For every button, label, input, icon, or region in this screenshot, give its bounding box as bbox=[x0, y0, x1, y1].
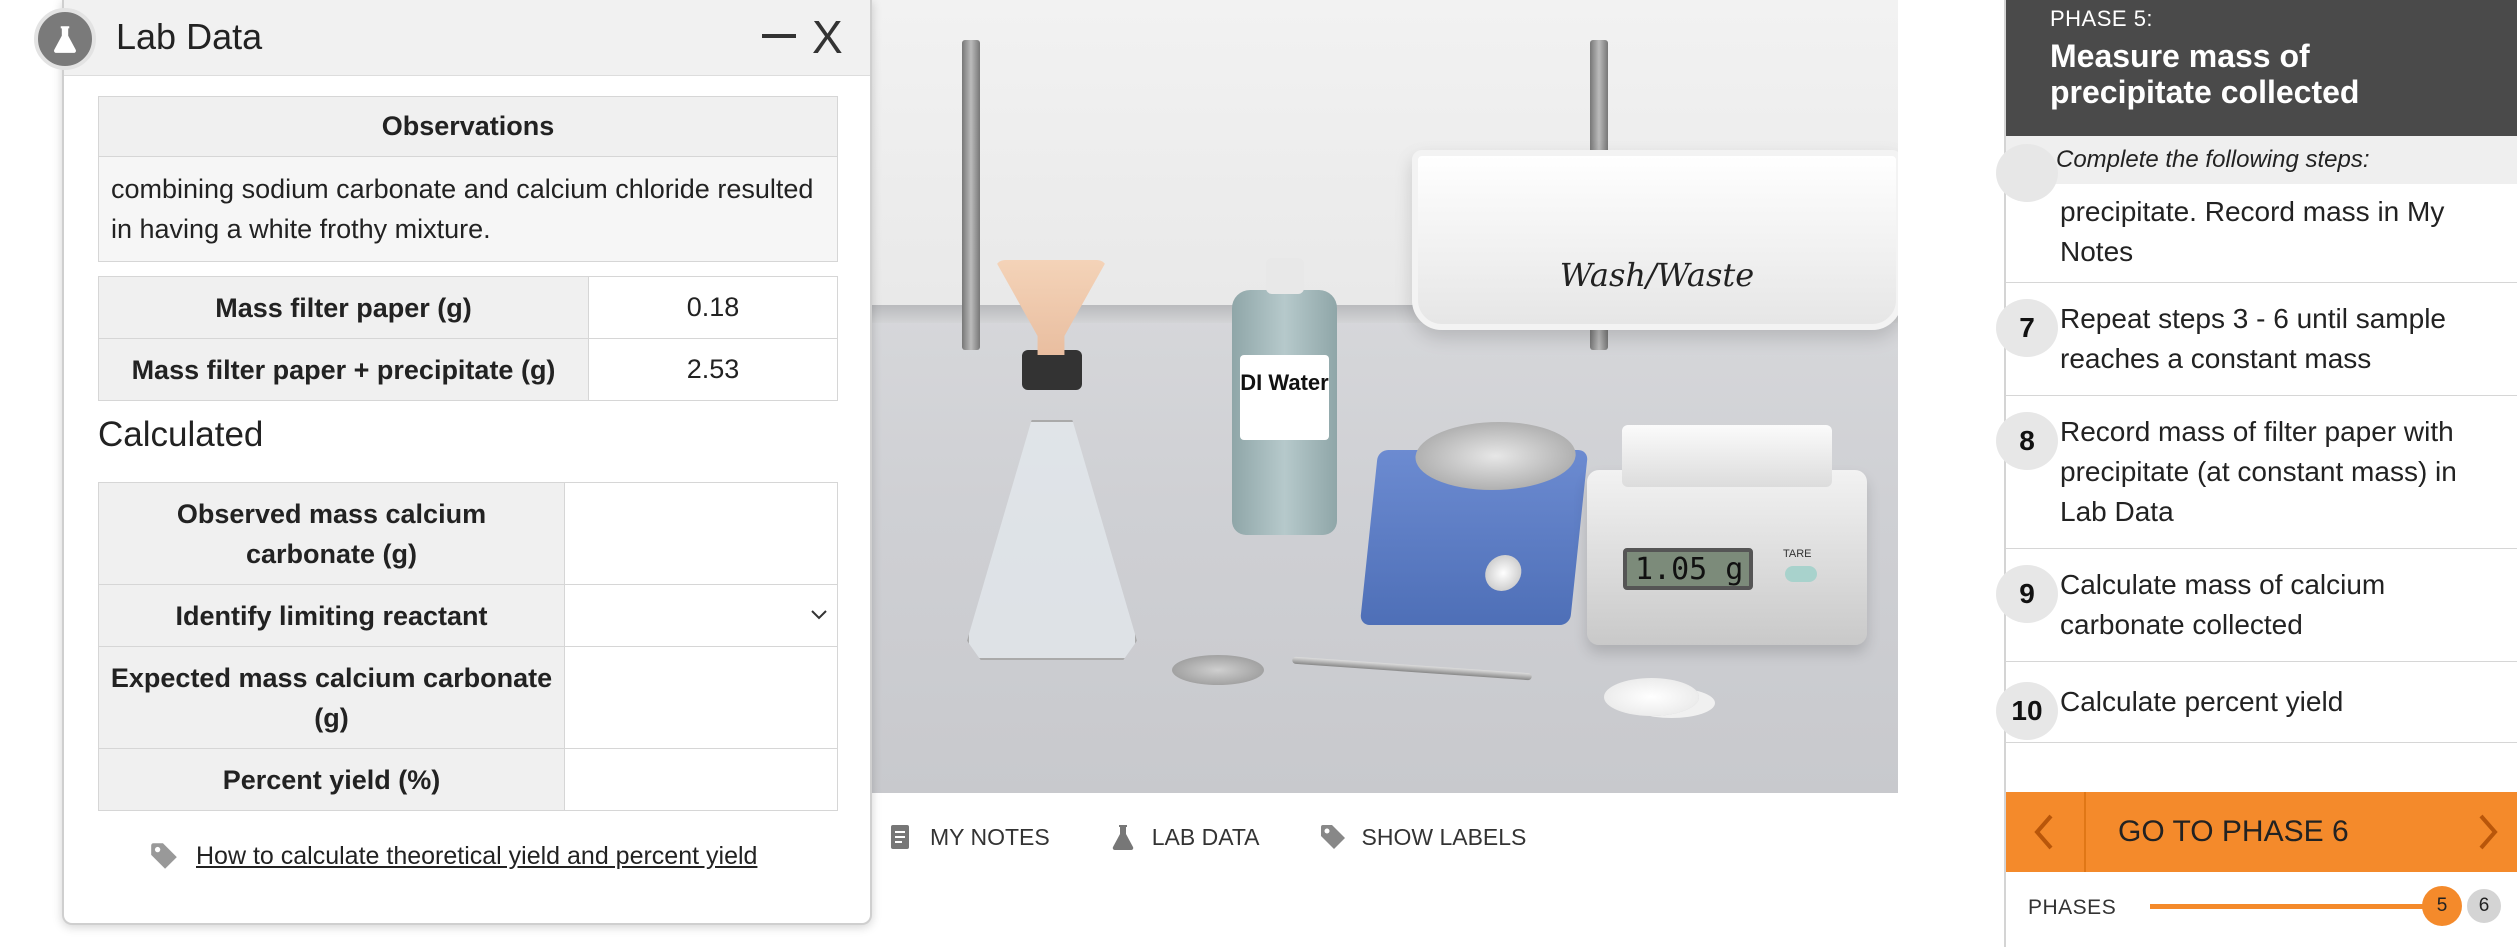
observed-mass-label: Observed mass calcium carbonate (g) bbox=[98, 482, 565, 585]
phase-dot-current[interactable]: 5 bbox=[2422, 886, 2462, 926]
phases-label: PHASES bbox=[2028, 896, 2117, 919]
procedure-panel: PHASE 5: Measure mass of precipitate col… bbox=[1996, 0, 2517, 947]
chevron-down-icon bbox=[811, 610, 827, 620]
tag-icon bbox=[1320, 825, 1345, 849]
lab-data-title: Lab Data bbox=[116, 16, 263, 57]
filter-papers[interactable] bbox=[1604, 678, 1699, 716]
help-link[interactable]: How to calculate theoretical yield and p… bbox=[148, 840, 757, 872]
my-notes-label: MY NOTES bbox=[930, 823, 1050, 850]
percent-yield-label: Percent yield (%) bbox=[98, 748, 565, 811]
list-item: 8 Record mass of filter paper with preci… bbox=[1996, 396, 2517, 549]
lab-data-label: LAB DATA bbox=[1151, 823, 1260, 850]
bottom-toolbar: MY NOTES LAB DATA SHOW LABELS bbox=[872, 793, 2002, 881]
hot-plate-stirrer[interactable] bbox=[1359, 422, 1589, 625]
expected-mass-input[interactable] bbox=[564, 646, 838, 749]
stirrer-knob[interactable] bbox=[1483, 555, 1524, 591]
table-row: Identify limiting reactant bbox=[98, 584, 838, 647]
table-row: Percent yield (%) bbox=[98, 748, 838, 811]
chevron-left-icon bbox=[2034, 814, 2053, 850]
limiting-reactant-select[interactable] bbox=[564, 584, 838, 647]
steps-subtitle: Complete the following steps: bbox=[2006, 136, 2517, 184]
limiting-reactant-label: Identify limiting reactant bbox=[98, 584, 565, 647]
bottle-label: DI Water bbox=[1240, 355, 1329, 440]
table-row: Mass filter paper + precipitate (g) 2.53 bbox=[98, 338, 838, 401]
balance-display: 1.05 g bbox=[1623, 548, 1753, 590]
phase-title: Measure mass of precipitate collected bbox=[2050, 38, 2360, 110]
calculated-table: Observed mass calcium carbonate (g) Iden… bbox=[98, 482, 838, 811]
flask-icon bbox=[1112, 825, 1133, 851]
calculated-heading: Calculated bbox=[98, 415, 264, 454]
help-link-text[interactable]: How to calculate theoretical yield and p… bbox=[196, 842, 757, 871]
chevron-right-icon bbox=[2479, 814, 2498, 850]
table-row: Expected mass calcium carbonate (g) bbox=[98, 646, 838, 749]
expected-mass-label: Expected mass calcium carbonate (g) bbox=[98, 646, 565, 749]
step-text: Calculate mass of calcium carbonate coll… bbox=[2060, 569, 2386, 640]
observations-table: Observations combining sodium carbonate … bbox=[98, 96, 838, 262]
notes-icon bbox=[891, 825, 909, 849]
observations-header: Observations bbox=[98, 96, 838, 157]
phase-header: PHASE 5: Measure mass of precipitate col… bbox=[2006, 0, 2517, 136]
balance-pan[interactable] bbox=[1622, 425, 1832, 487]
tag-icon bbox=[151, 843, 177, 869]
list-item: 10 Calculate percent yield bbox=[1996, 662, 2517, 743]
tare-button[interactable] bbox=[1785, 566, 1817, 582]
go-to-phase-button[interactable]: GO TO PHASE 6 bbox=[2086, 815, 2457, 849]
next-phase-button[interactable] bbox=[2457, 792, 2517, 872]
show-labels-button[interactable]: SHOW LABELS bbox=[1318, 822, 1527, 852]
mass-filter-paper-label: Mass filter paper (g) bbox=[98, 276, 589, 339]
di-water-bottle[interactable]: DI Water bbox=[1232, 258, 1337, 535]
bottle-cap bbox=[1266, 258, 1304, 294]
flask-stopper bbox=[1022, 350, 1082, 390]
mass-filter-paper-precipitate-label: Mass filter paper + precipitate (g) bbox=[98, 338, 589, 401]
watch-glass[interactable] bbox=[1172, 655, 1264, 685]
phase-progress-track bbox=[2150, 904, 2440, 909]
step-text: Calculate percent yield bbox=[2060, 686, 2344, 717]
show-labels-label: SHOW LABELS bbox=[1361, 823, 1527, 850]
mass-filter-paper-precipitate-value[interactable]: 2.53 bbox=[588, 338, 838, 401]
step-text: Repeat steps 3 - 6 until sample reaches … bbox=[2060, 303, 2446, 374]
previous-phase-button[interactable] bbox=[2006, 792, 2086, 872]
measured-table: Mass filter paper (g) 0.18 Mass filter p… bbox=[98, 276, 838, 401]
step-number: 8 bbox=[1996, 412, 2058, 470]
filter-flask[interactable] bbox=[967, 260, 1137, 660]
lab-data-flask-icon bbox=[34, 8, 96, 70]
analytical-balance[interactable]: 1.05 g TARE bbox=[1587, 425, 1867, 645]
my-notes-button[interactable]: MY NOTES bbox=[886, 822, 1050, 852]
observed-mass-input[interactable] bbox=[564, 482, 838, 585]
phase-dot-next[interactable]: 6 bbox=[2464, 886, 2504, 926]
step-number: 10 bbox=[1996, 682, 2058, 740]
phases-progress: PHASES 5 6 bbox=[2006, 872, 2517, 947]
step-number: 7 bbox=[1996, 299, 2058, 357]
flask-body bbox=[967, 420, 1137, 660]
lab-scene: Wash/Waste DI Water 1.05 g TARE bbox=[872, 0, 1898, 793]
list-item: precipitate. Record mass in My Notes bbox=[1996, 144, 2517, 283]
lab-data-header[interactable]: Lab Data X bbox=[34, 0, 870, 76]
minimize-icon[interactable] bbox=[762, 34, 796, 38]
close-icon[interactable]: X bbox=[812, 10, 843, 64]
mass-filter-paper-value[interactable]: 0.18 bbox=[588, 276, 838, 339]
sink-label: Wash/Waste bbox=[1559, 256, 1755, 294]
tare-label: TARE bbox=[1783, 548, 1812, 560]
wash-waste-sink[interactable]: Wash/Waste bbox=[1412, 150, 1898, 330]
table-row: Mass filter paper (g) 0.18 bbox=[98, 276, 838, 339]
step-number bbox=[1996, 144, 2058, 202]
step-text: precipitate. Record mass in My Notes bbox=[2060, 196, 2445, 267]
lab-data-button[interactable]: LAB DATA bbox=[1108, 822, 1260, 852]
wall-rail-left bbox=[962, 40, 980, 350]
observations-text[interactable]: combining sodium carbonate and calcium c… bbox=[98, 156, 838, 262]
table-row: Observed mass calcium carbonate (g) bbox=[98, 482, 838, 585]
lab-data-panel: Lab Data X Observations combining sodium… bbox=[34, 0, 872, 925]
phase-number: PHASE 5: bbox=[2050, 6, 2154, 31]
list-item: 9 Calculate mass of calcium carbonate co… bbox=[1996, 549, 2517, 662]
percent-yield-input[interactable] bbox=[564, 748, 838, 811]
phase-navigation: GO TO PHASE 6 bbox=[2006, 792, 2517, 872]
list-item: 7 Repeat steps 3 - 6 until sample reache… bbox=[1996, 283, 2517, 396]
step-number: 9 bbox=[1996, 565, 2058, 623]
step-text: Record mass of filter paper with precipi… bbox=[2060, 416, 2457, 527]
steps-list: precipitate. Record mass in My Notes 7 R… bbox=[1996, 144, 2517, 743]
